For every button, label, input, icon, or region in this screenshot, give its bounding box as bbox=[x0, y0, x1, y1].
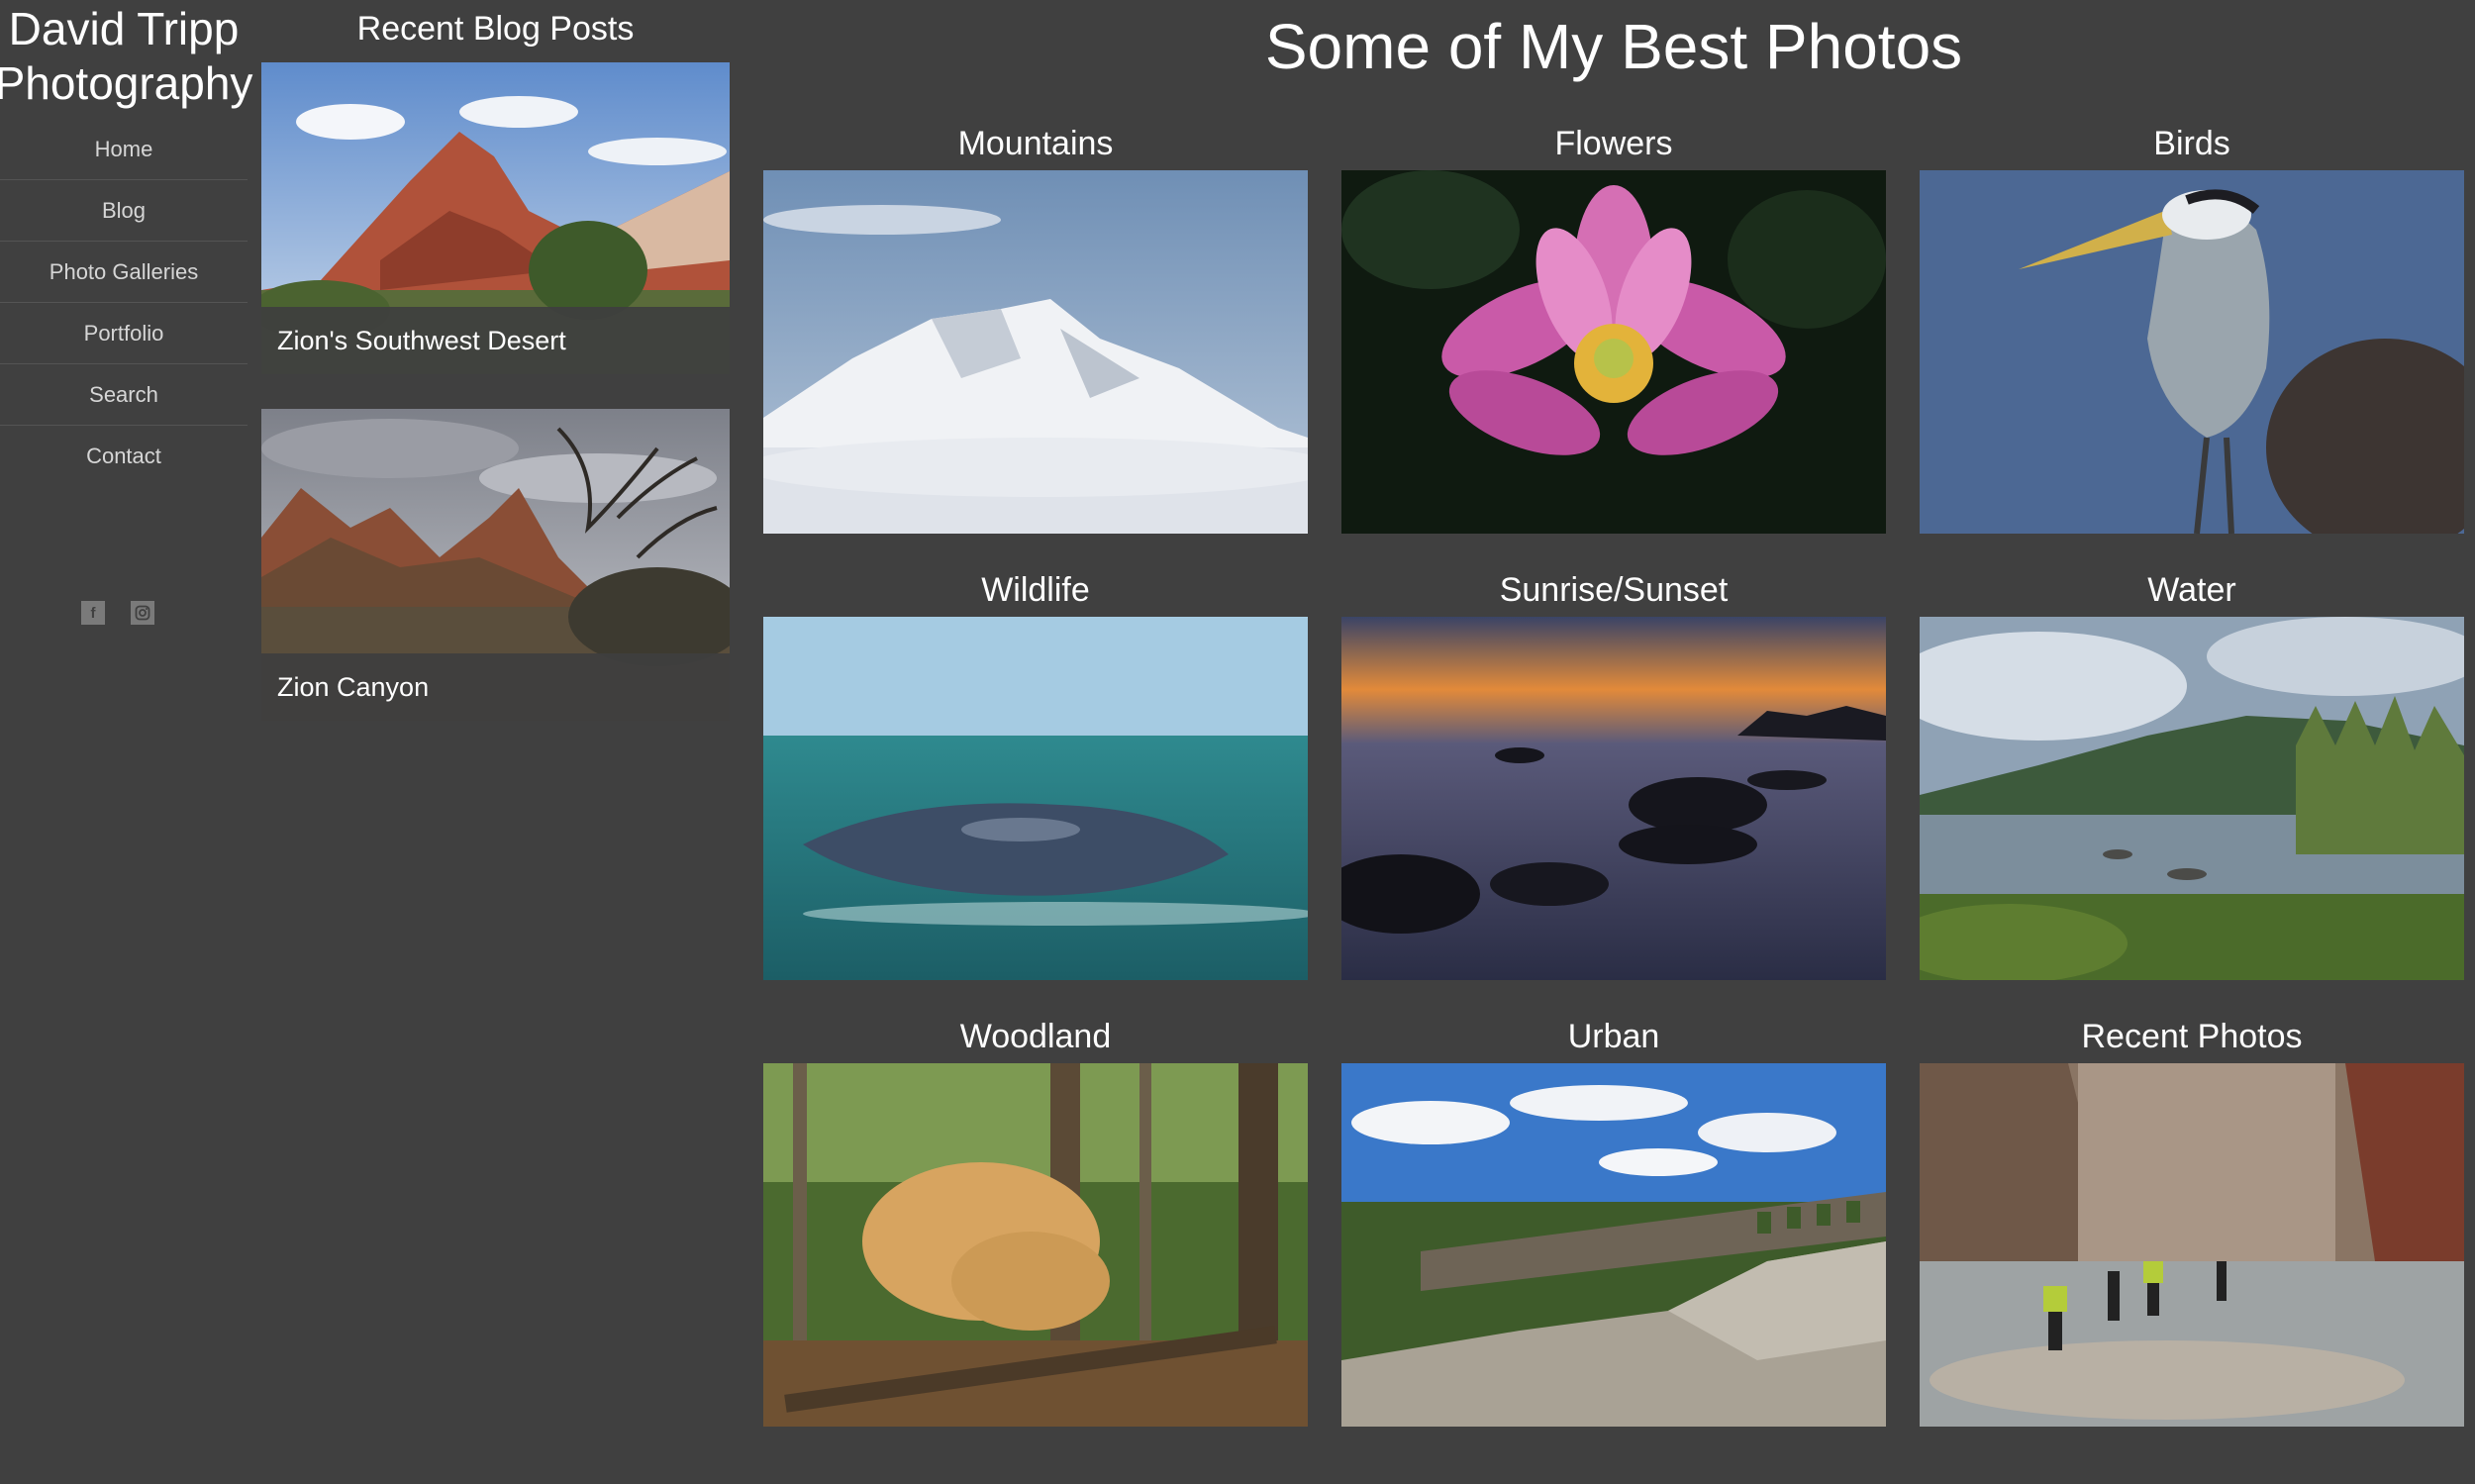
gallery-label[interactable]: Water bbox=[1920, 565, 2464, 615]
site-title-line1[interactable]: David Tripp bbox=[0, 2, 257, 56]
nav-item-search[interactable]: Search bbox=[0, 364, 248, 426]
main-nav: Home Blog Photo Galleries Portfolio Sear… bbox=[0, 119, 248, 486]
gallery-item-woodland[interactable]: Woodland bbox=[763, 1012, 1308, 1427]
blog-post-title[interactable]: Zion's Southwest Desert bbox=[261, 307, 730, 374]
gallery-thumbnail[interactable] bbox=[1341, 617, 1886, 980]
nav-item-portfolio[interactable]: Portfolio bbox=[0, 303, 248, 364]
nav-item-home[interactable]: Home bbox=[0, 119, 248, 180]
gallery-item-sunrise-sunset[interactable]: Sunrise/Sunset bbox=[1341, 565, 1886, 980]
gallery-label[interactable]: Birds bbox=[1920, 119, 2464, 168]
site-title[interactable]: David Tripp Photography bbox=[0, 2, 257, 111]
nav-item-blog[interactable]: Blog bbox=[0, 180, 248, 242]
gallery-thumbnail[interactable] bbox=[1920, 170, 2464, 534]
site-title-line2[interactable]: Photography bbox=[0, 56, 257, 111]
gallery-item-recent-photos[interactable]: Recent Photos bbox=[1920, 1012, 2464, 1427]
gallery-thumbnail[interactable] bbox=[1341, 1063, 1886, 1427]
gallery-thumbnail[interactable] bbox=[763, 170, 1308, 534]
gallery-thumbnail[interactable] bbox=[1920, 617, 2464, 980]
blog-heading: Recent Blog Posts bbox=[356, 10, 635, 48]
blog-post-title[interactable]: Zion Canyon bbox=[261, 653, 730, 721]
gallery-label[interactable]: Flowers bbox=[1341, 119, 1886, 168]
gallery-item-flowers[interactable]: Flowers bbox=[1341, 119, 1886, 534]
gallery-thumbnail[interactable] bbox=[1920, 1063, 2464, 1427]
gallery-item-water[interactable]: Water bbox=[1920, 565, 2464, 980]
sidebar: David Tripp Photography Home Blog Photo … bbox=[0, 0, 252, 1484]
gallery-label[interactable]: Wildlife bbox=[763, 565, 1308, 615]
gallery-label[interactable]: Mountains bbox=[763, 119, 1308, 168]
page-title: Some of My Best Photos bbox=[1264, 11, 1963, 82]
facebook-glyph: f bbox=[90, 604, 96, 622]
gallery-label[interactable]: Urban bbox=[1341, 1012, 1886, 1061]
gallery-thumbnail[interactable] bbox=[763, 617, 1308, 980]
nav-item-photo-galleries[interactable]: Photo Galleries bbox=[0, 242, 248, 303]
gallery-thumbnail[interactable] bbox=[1341, 170, 1886, 534]
facebook-icon[interactable]: f bbox=[81, 601, 105, 625]
gallery-label[interactable]: Woodland bbox=[763, 1012, 1308, 1061]
nav-item-contact[interactable]: Contact bbox=[0, 426, 248, 486]
gallery-label[interactable]: Recent Photos bbox=[1920, 1012, 2464, 1061]
gallery-item-mountains[interactable]: Mountains bbox=[763, 119, 1308, 534]
gallery-item-urban[interactable]: Urban bbox=[1341, 1012, 1886, 1427]
instagram-icon[interactable] bbox=[131, 601, 154, 625]
gallery-item-wildlife[interactable]: Wildlife bbox=[763, 565, 1308, 980]
gallery-label[interactable]: Sunrise/Sunset bbox=[1341, 565, 1886, 615]
social-links: f bbox=[81, 601, 154, 625]
gallery-thumbnail[interactable] bbox=[763, 1063, 1308, 1427]
gallery-item-birds[interactable]: Birds bbox=[1920, 119, 2464, 534]
page: David Tripp Photography Home Blog Photo … bbox=[0, 0, 2475, 1484]
blog-post-card[interactable]: Zion Canyon bbox=[261, 409, 730, 721]
blog-post-card[interactable]: Zion's Southwest Desert bbox=[261, 62, 730, 374]
